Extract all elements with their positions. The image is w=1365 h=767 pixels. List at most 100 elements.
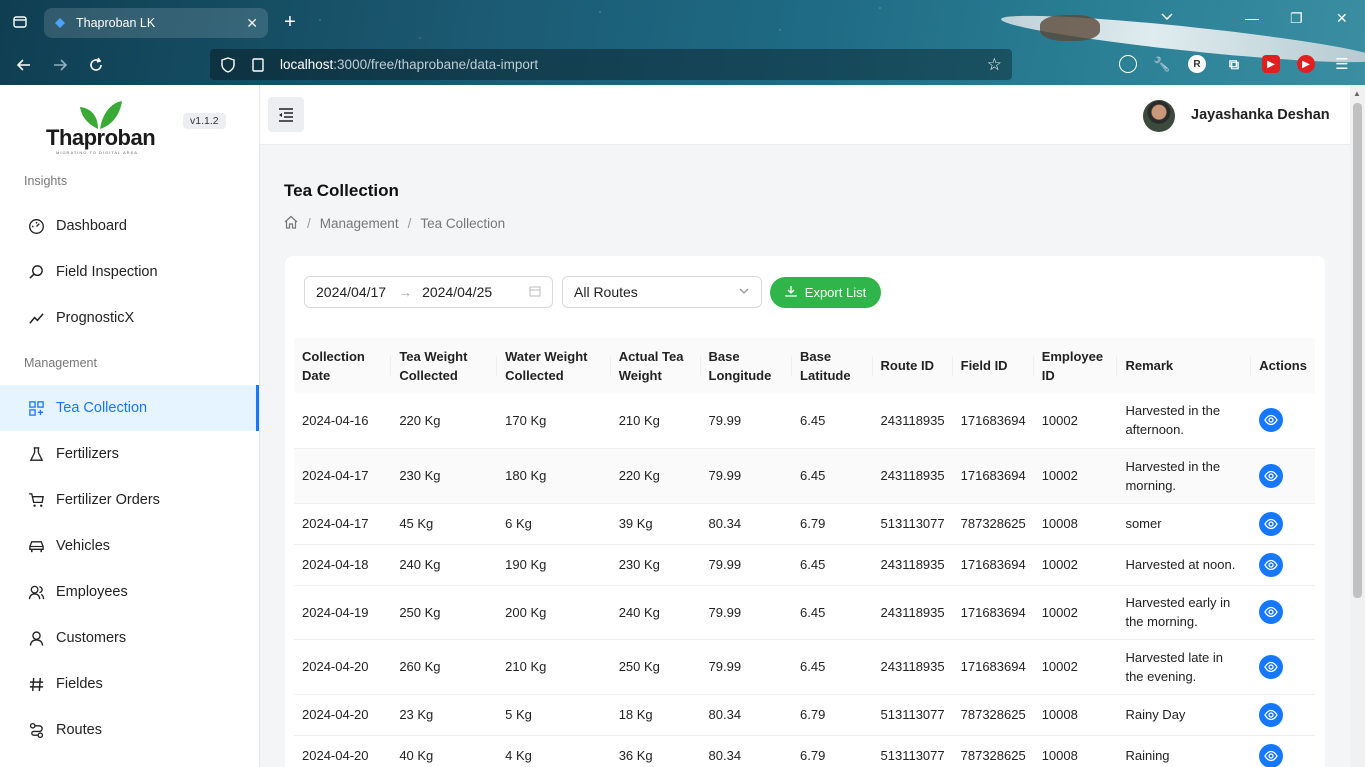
date-start-input[interactable]: 2024/04/17 <box>316 284 386 300</box>
breadcrumb-separator: / <box>307 216 311 231</box>
table-cell: 6.45 <box>792 393 873 449</box>
sidebar-toggle-button[interactable] <box>268 97 304 132</box>
sidebar-item-routes[interactable]: Routes <box>0 707 259 753</box>
view-record-button[interactable] <box>1259 511 1284 536</box>
grid-icon <box>27 399 45 417</box>
export-list-button[interactable]: Export List <box>770 277 881 308</box>
table-cell: 23 Kg <box>391 694 498 736</box>
browser-tab[interactable]: Thaproban LK ✕ <box>44 8 268 38</box>
table-cell: 190 Kg <box>497 544 611 586</box>
table-cell: 6.79 <box>792 735 873 767</box>
view-record-button[interactable] <box>1259 743 1284 767</box>
page-scrollbar[interactable]: ▲ <box>1350 85 1365 767</box>
tab-list-chevron-icon[interactable] <box>1160 10 1174 27</box>
table-cell: somer <box>1117 503 1252 545</box>
extension-r-icon[interactable]: R <box>1188 55 1206 73</box>
extensions-puzzle-icon[interactable]: ⧉ <box>1225 55 1243 73</box>
view-record-button[interactable] <box>1259 654 1284 679</box>
reload-icon[interactable] <box>85 54 107 76</box>
sidebar-item-dashboard[interactable]: Dashboard <box>0 203 259 249</box>
view-record-button[interactable] <box>1259 463 1284 488</box>
column-header: Field ID <box>952 338 1034 393</box>
sidebar-item-vehicles[interactable]: Vehicles <box>0 523 259 569</box>
eye-icon <box>1264 709 1279 720</box>
arrow-right-icon: → <box>398 284 413 300</box>
sidebar-item-tea-collection[interactable]: Tea Collection <box>0 385 259 431</box>
menu-icon[interactable]: ☰ <box>1333 55 1351 73</box>
shield-icon[interactable] <box>220 56 236 73</box>
date-range-picker[interactable]: 2024/04/17 → 2024/04/25 <box>304 276 553 308</box>
car-icon <box>27 537 45 555</box>
table-cell: 513113077 <box>872 735 953 767</box>
close-window-icon[interactable]: ✕ <box>1336 10 1348 27</box>
logo[interactable]: Thaproban MIGRATING TO DIGITAL AREA <box>46 101 156 156</box>
address-bar[interactable]: localhost:3000/free/thaprobane/data-impo… <box>210 49 1012 80</box>
breadcrumb-management[interactable]: Management <box>320 216 399 231</box>
table-cell: 2024-04-16 <box>294 393 392 449</box>
column-header: Collection Date <box>294 338 392 393</box>
minimize-icon[interactable]: — <box>1245 10 1259 26</box>
view-record-button[interactable] <box>1259 702 1284 727</box>
eye-icon <box>1264 470 1279 481</box>
close-tab-icon[interactable]: ✕ <box>246 15 258 32</box>
view-record-button[interactable] <box>1259 408 1284 433</box>
table-cell: Harvested at noon. <box>1117 544 1252 586</box>
new-tab-icon[interactable]: + <box>279 11 301 33</box>
table-cell: Rainy Day <box>1117 694 1252 736</box>
eye-icon <box>1264 559 1279 570</box>
table-cell: 6.79 <box>792 503 873 545</box>
youtube-play-icon[interactable]: ▶ <box>1297 55 1315 73</box>
logo-text: Thaproban <box>46 125 156 150</box>
table-cell: 240 Kg <box>610 585 701 640</box>
sidebar-item-fertilizers[interactable]: Fertilizers <box>0 431 259 477</box>
table-cell: 10008 <box>1033 503 1118 545</box>
table-cell: 2024-04-17 <box>294 448 392 504</box>
forward-icon[interactable] <box>49 54 71 76</box>
table-cell: 79.99 <box>700 585 793 640</box>
table-cell: 230 Kg <box>610 544 701 586</box>
sidebar-item-fertilizer-orders[interactable]: Fertilizer Orders <box>0 477 259 523</box>
table-cell: 171683694 <box>952 448 1034 504</box>
sidebar-item-customers[interactable]: Customers <box>0 615 259 661</box>
page-info-icon[interactable] <box>250 57 266 73</box>
browser-chrome: Thaproban LK ✕ + — ❐ ✕ localhost:3000/fr… <box>0 0 1365 85</box>
tools-icon[interactable]: 🔧 <box>1153 55 1171 73</box>
back-icon[interactable] <box>13 54 35 76</box>
username[interactable]: Jayashanka Deshan <box>1191 107 1330 123</box>
sidebar-item-prognosticx[interactable]: PrognosticX <box>0 295 259 341</box>
table-row: 2024-04-20 40 Kg 4 Kg 36 Kg 80.34 6.79 5131130… <box>294 735 1315 767</box>
column-header: Base Latitude <box>792 338 873 393</box>
pocket-icon[interactable] <box>1119 55 1137 73</box>
restore-icon[interactable]: ❐ <box>1290 10 1303 27</box>
actions-cell <box>1251 585 1315 640</box>
table-cell: Harvested early in the morning. <box>1117 585 1252 640</box>
bookmark-star-icon[interactable]: ☆ <box>987 55 1002 75</box>
sidebar-item-field-inspection[interactable]: Field Inspection <box>0 249 259 295</box>
date-end-input[interactable]: 2024/04/25 <box>422 284 492 300</box>
table-cell: 10002 <box>1033 585 1118 640</box>
table-cell: 10002 <box>1033 393 1118 449</box>
actions-cell <box>1251 639 1315 695</box>
tab-overview-icon[interactable] <box>9 11 31 33</box>
view-record-button[interactable] <box>1259 552 1284 577</box>
table-cell: Raining <box>1117 735 1252 767</box>
column-header: Actions <box>1251 338 1315 393</box>
table-cell: 240 Kg <box>391 544 498 586</box>
table-cell: 39 Kg <box>610 503 701 545</box>
home-icon[interactable] <box>284 215 298 232</box>
table-cell: 787328625 <box>952 735 1034 767</box>
column-header: Route ID <box>872 338 953 393</box>
table-row: 2024-04-17 230 Kg 180 Kg 220 Kg 79.99 6.45 243… <box>294 448 1315 504</box>
logo-tagline: MIGRATING TO DIGITAL AREA <box>56 150 138 155</box>
sidebar-item-employees[interactable]: Employees <box>0 569 259 615</box>
table-cell: 230 Kg <box>391 448 498 504</box>
route-select[interactable]: All Routes <box>562 276 762 308</box>
actions-cell <box>1251 503 1315 545</box>
sidebar-item-fieldes[interactable]: Fieldes <box>0 661 259 707</box>
youtube-extension-icon[interactable]: ▶ <box>1262 55 1280 73</box>
table-cell: 6.79 <box>792 694 873 736</box>
scroll-up-icon[interactable]: ▲ <box>1353 89 1361 98</box>
view-record-button[interactable] <box>1259 600 1284 624</box>
avatar[interactable] <box>1143 100 1175 132</box>
scrollbar-thumb[interactable] <box>1353 103 1362 598</box>
